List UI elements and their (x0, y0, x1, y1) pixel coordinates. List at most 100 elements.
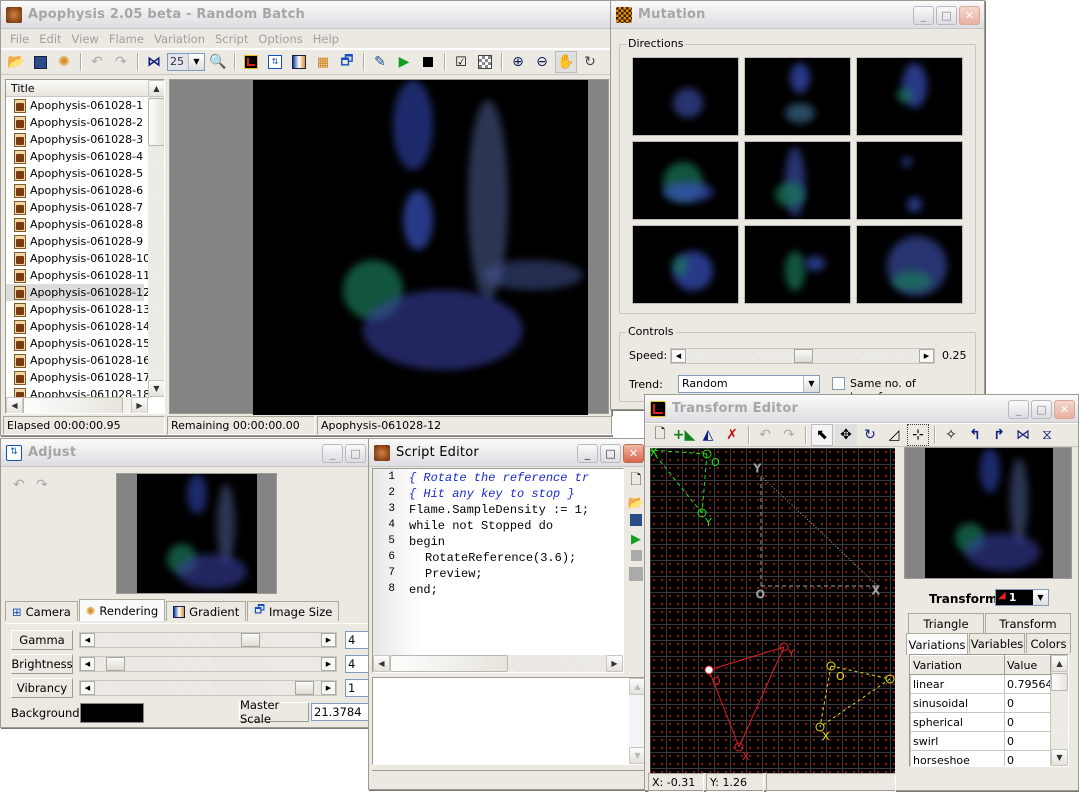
script-output-console[interactable]: ▲ ▼ (372, 677, 647, 765)
rotate-right-icon[interactable]: ↱ (988, 424, 1010, 446)
variation-value[interactable]: 0 (1004, 750, 1051, 766)
mutation-candidate[interactable] (632, 225, 739, 304)
script-code-editor[interactable]: 1 { Rotate the reference tr 2 { Hit any key… (372, 468, 624, 673)
scroll-up-button[interactable]: ▲ (148, 80, 164, 97)
brightness-slider[interactable]: ◀ ▶ (79, 656, 337, 672)
close-button[interactable]: ✕ (623, 444, 644, 463)
scroll-right-button[interactable]: ▶ (131, 397, 148, 413)
slider-right-arrow[interactable]: ▶ (321, 633, 336, 647)
variation-value[interactable]: 0 (1004, 731, 1051, 751)
rotate-icon[interactable]: ↻ (579, 51, 601, 73)
flip-vertical-icon[interactable]: ⧖ (1036, 424, 1058, 446)
scroll-down-button[interactable]: ▼ (1051, 749, 1068, 766)
flame-list-item[interactable]: Apophysis-061028-11 (6, 267, 150, 284)
stop-icon[interactable] (417, 51, 439, 73)
mutation-candidate[interactable] (856, 225, 963, 304)
adjust-icon[interactable]: ⇅ (264, 51, 286, 73)
scroll-right-button[interactable]: ▶ (606, 655, 623, 672)
flame-list-item[interactable]: Apophysis-061028-9 (6, 233, 144, 250)
chevron-down-icon[interactable]: ▼ (188, 54, 204, 70)
rotate-mode-icon[interactable]: ↻ (859, 424, 881, 446)
scroll-up-button[interactable]: ▲ (1051, 655, 1068, 672)
slider-knob[interactable] (240, 633, 260, 647)
pivot-mode-icon[interactable]: ⊹ (907, 424, 929, 446)
code-hscrollbar[interactable]: ◀ ▶ (373, 655, 623, 672)
mutation-candidate[interactable] (632, 57, 739, 136)
slider-left-arrow[interactable]: ◀ (80, 681, 95, 695)
run-icon[interactable]: ▶ (393, 51, 415, 73)
hscroll-thumb[interactable] (23, 397, 123, 413)
menu-variation[interactable]: Variation (149, 32, 210, 46)
variation-value[interactable]: 0 (1004, 693, 1051, 713)
explore-icon[interactable]: 🔍 (207, 51, 229, 73)
script-edit-icon[interactable]: ✎ (369, 51, 391, 73)
transform-editor-titlebar[interactable]: Transform Editor _ □ ✕ (645, 395, 1078, 423)
menu-help[interactable]: Help (308, 32, 344, 46)
variation-row[interactable]: swirl 0 (910, 731, 1051, 751)
delete-transform-icon[interactable]: ✗ (721, 424, 743, 446)
main-titlebar[interactable]: Apophysis 2.05 beta - Random Batch (1, 1, 611, 29)
variation-row[interactable]: spherical 0 (910, 712, 1051, 732)
slider-right-arrow[interactable]: ▶ (919, 349, 934, 363)
hscroll-thumb[interactable] (390, 655, 508, 672)
close-button[interactable]: ✕ (959, 6, 980, 25)
slider-left-arrow[interactable]: ◀ (80, 633, 95, 647)
scroll-thumb[interactable] (1051, 673, 1068, 691)
variation-column-header[interactable]: Variation (910, 655, 1005, 675)
tab-gradient[interactable]: Gradient (166, 601, 247, 621)
tab-variations[interactable]: Variations (906, 633, 968, 655)
triangle-editor-canvas[interactable]: Y O X O X Y O Y X O X (650, 448, 895, 773)
flame-list-vscrollbar[interactable]: ▲ ▼ (148, 80, 164, 397)
image-size-icon[interactable]: 🗗 (336, 51, 358, 73)
master-scale-input[interactable]: 21.3784 (311, 703, 371, 721)
batch-size-dropdown[interactable]: 25 ▼ (167, 53, 205, 71)
transparency-icon[interactable] (474, 51, 496, 73)
slider-knob[interactable] (794, 349, 813, 363)
mutation-candidate[interactable] (856, 57, 963, 136)
flame-list-item[interactable]: Apophysis-061028-8 (6, 216, 144, 233)
tab-image-size[interactable]: 🗗 Image Size (247, 601, 340, 621)
menu-edit[interactable]: Edit (34, 32, 66, 46)
save-icon[interactable] (29, 51, 51, 73)
scroll-left-button[interactable]: ◀ (373, 655, 390, 672)
minimize-button[interactable]: _ (577, 444, 598, 463)
chevron-down-icon[interactable]: ▼ (1033, 590, 1048, 605)
duplicate-transform-icon[interactable]: ◭ (697, 424, 719, 446)
slider-right-arrow[interactable]: ▶ (321, 657, 336, 671)
undo-icon[interactable]: ↶ (86, 51, 108, 73)
scroll-left-button[interactable]: ◀ (6, 397, 23, 413)
redo-icon[interactable]: ↷ (110, 51, 132, 73)
menu-flame[interactable]: Flame (104, 32, 149, 46)
background-color-swatch[interactable] (80, 703, 144, 723)
scroll-thumb[interactable] (148, 98, 164, 146)
zoom-out-icon[interactable]: ⊖ (531, 51, 553, 73)
new-script-icon[interactable]: 🗋 (630, 469, 641, 493)
tab-colors[interactable]: Colors (1026, 633, 1071, 653)
vibrancy-input[interactable]: 1 (345, 679, 369, 697)
maximize-button[interactable]: □ (936, 6, 957, 25)
mutation-candidate[interactable] (744, 141, 851, 220)
flame-list-item[interactable]: Apophysis-061028-14 (6, 318, 150, 335)
stop-script-icon[interactable] (630, 550, 642, 564)
minimize-button[interactable]: _ (1008, 400, 1029, 419)
open-script-icon[interactable]: 📂 (628, 496, 644, 511)
undo-icon[interactable]: ↶ (13, 477, 25, 493)
slider-left-arrow[interactable]: ◀ (671, 349, 686, 363)
mirror-icon[interactable]: ⋈ (143, 51, 165, 73)
flame-list-item[interactable]: Apophysis-061028-6 (6, 182, 144, 199)
flame-list-item[interactable]: Apophysis-061028-2 (6, 114, 144, 131)
brightness-input[interactable]: 4 (345, 655, 369, 673)
flame-list-item[interactable]: Apophysis-061028-4 (6, 148, 144, 165)
open-icon[interactable]: 📂 (5, 51, 27, 73)
editor-icon[interactable] (240, 51, 262, 73)
variation-row[interactable]: linear0.795649 (910, 674, 1051, 694)
slider-right-arrow[interactable]: ▶ (321, 681, 336, 695)
mutation-candidate[interactable] (744, 57, 851, 136)
flame-list-item[interactable]: Apophysis-061028-16 (6, 352, 150, 369)
mutation-icon[interactable]: ▦ (312, 51, 334, 73)
speed-slider[interactable]: ◀ ▶ (670, 348, 935, 364)
scale-mode-icon[interactable]: ◿ (883, 424, 905, 446)
flame-list-item[interactable]: Apophysis-061028-13 (6, 301, 150, 318)
mutation-candidate[interactable] (632, 141, 739, 220)
mutation-candidate[interactable] (744, 225, 851, 304)
